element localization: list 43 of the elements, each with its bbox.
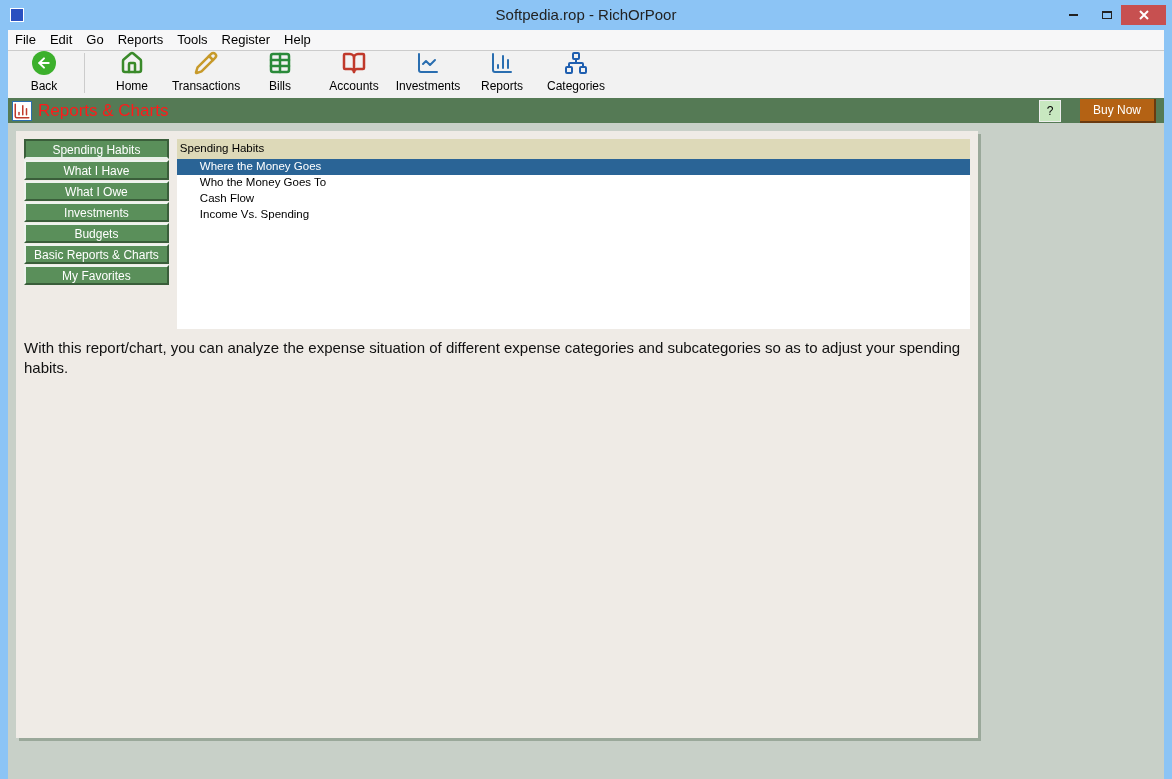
- toolbar-button[interactable]: Reports: [465, 51, 539, 95]
- window-title: Softpedia.rop - RichOrPoor: [495, 4, 677, 25]
- menu-item[interactable]: Go: [79, 30, 111, 50]
- list-heading: Spending Habits: [176, 139, 970, 159]
- sidebar-tab[interactable]: What I Owe: [24, 181, 169, 201]
- help-button[interactable]: ?: [1039, 99, 1061, 122]
- list-item[interactable]: Cash Flow: [176, 191, 970, 207]
- section-title: Reports & Charts: [38, 99, 169, 122]
- sidebar-tab[interactable]: Budgets: [24, 223, 169, 243]
- menu-item[interactable]: File: [8, 30, 43, 50]
- close-button[interactable]: [1121, 5, 1166, 25]
- list-item[interactable]: Where the Money Goes: [176, 159, 970, 175]
- app-logo-icon: [10, 8, 24, 22]
- toolbar-button[interactable]: Home: [95, 51, 169, 95]
- description-text: With this report/chart, you can analyze the expense situation of different expense categories and subcategories so as to adjust your spending habits.: [24, 338, 962, 378]
- list-item[interactable]: Income Vs. Spending: [176, 207, 970, 223]
- book-icon: [342, 51, 366, 75]
- sidebar-tab[interactable]: Basic Reports & Charts: [24, 244, 169, 264]
- toolbar-button[interactable]: Accounts: [317, 51, 391, 95]
- bar-chart-icon: [490, 51, 514, 75]
- menu-item[interactable]: Register: [214, 30, 277, 50]
- sidebar-tab[interactable]: My Favorites: [24, 265, 169, 285]
- toolbar-button[interactable]: Bills: [243, 51, 317, 95]
- menu-item[interactable]: Edit: [42, 30, 80, 50]
- house-icon: [120, 51, 144, 75]
- toolbar-button[interactable]: Investments: [391, 51, 465, 95]
- bar-chart-icon: [12, 100, 32, 121]
- toolbar-button[interactable]: Categories: [539, 51, 613, 95]
- list-item[interactable]: Who the Money Goes To: [176, 175, 970, 191]
- toolbar-button[interactable]: Transactions: [169, 51, 243, 95]
- toolbar-button[interactable]: Back: [14, 51, 74, 95]
- sidebar-tab[interactable]: Investments: [24, 202, 169, 222]
- sidebar-tab[interactable]: Spending Habits: [24, 139, 169, 159]
- sidebar-tab[interactable]: What I Have: [24, 160, 169, 180]
- buy-now-button[interactable]: Buy Now: [1080, 98, 1156, 123]
- menu-item[interactable]: Reports: [110, 30, 171, 50]
- pencil-icon: [194, 51, 218, 75]
- tree-icon: [564, 51, 588, 75]
- menu-item[interactable]: Tools: [170, 30, 215, 50]
- table-icon: [268, 51, 292, 75]
- line-chart-icon: [416, 51, 440, 75]
- menu-item[interactable]: Help: [277, 30, 318, 50]
- close-icon: [1138, 10, 1149, 20]
